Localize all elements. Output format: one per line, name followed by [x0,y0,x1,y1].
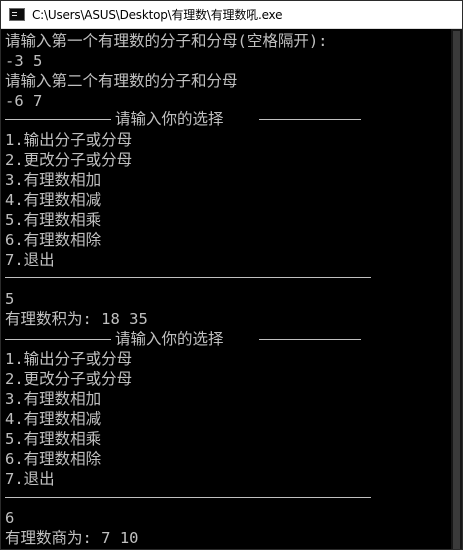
input-second-rational: -6 7 [5,92,43,110]
result-product: 有理数积为: 18 35 [5,310,148,328]
menu-footer-separator [5,277,371,278]
menu-separator-right [259,119,361,120]
console-output[interactable]: 请输入第一个有理数的分子和分母(空格隔开): -3 5 请输入第二个有理数的分子… [1,29,453,549]
vertical-scrollbar[interactable] [451,29,462,549]
console-window: C:\Users\ASUS\Desktop\有理数\有理数吼.exe 请输入第一… [0,0,463,550]
menu-option: 5.有理数相乘 [5,430,102,448]
menu-separator-right [259,339,361,340]
user-choice: 5 [5,290,15,308]
menu-option: 2.更改分子或分母 [5,151,133,169]
menu-option: 4.有理数相减 [5,191,102,209]
menu-option: 4.有理数相减 [5,410,102,428]
console-app-icon[interactable] [9,8,25,21]
input-first-rational: -3 5 [5,52,43,70]
menu-option: 1.输出分子或分母 [5,350,133,368]
prompt-second-rational: 请输入第二个有理数的分子和分母 [5,72,238,90]
menu-separator-left [5,339,111,340]
menu-heading: 请输入你的选择 [115,330,224,348]
menu-heading: 请输入你的选择 [115,110,224,128]
menu-option: 7.退出 [5,251,55,269]
window-title: C:\Users\ASUS\Desktop\有理数\有理数吼.exe [32,8,283,22]
menu-option: 6.有理数相除 [5,231,102,249]
menu-option: 2.更改分子或分母 [5,370,133,388]
title-bar[interactable]: C:\Users\ASUS\Desktop\有理数\有理数吼.exe [1,1,462,29]
menu-option: 1.输出分子或分母 [5,131,133,149]
menu-option: 3.有理数相加 [5,390,102,408]
scrollbar-thumb[interactable] [453,31,460,549]
menu-option: 3.有理数相加 [5,171,102,189]
menu-option: 7.退出 [5,470,55,488]
prompt-first-rational: 请输入第一个有理数的分子和分母(空格隔开): [5,32,328,50]
menu-option: 6.有理数相除 [5,450,102,468]
menu-separator-left [5,119,111,120]
result-quotient: 有理数商为: 7 10 [5,529,139,547]
menu-footer-separator [5,497,371,498]
user-choice: 6 [5,509,15,527]
menu-option: 5.有理数相乘 [5,211,102,229]
